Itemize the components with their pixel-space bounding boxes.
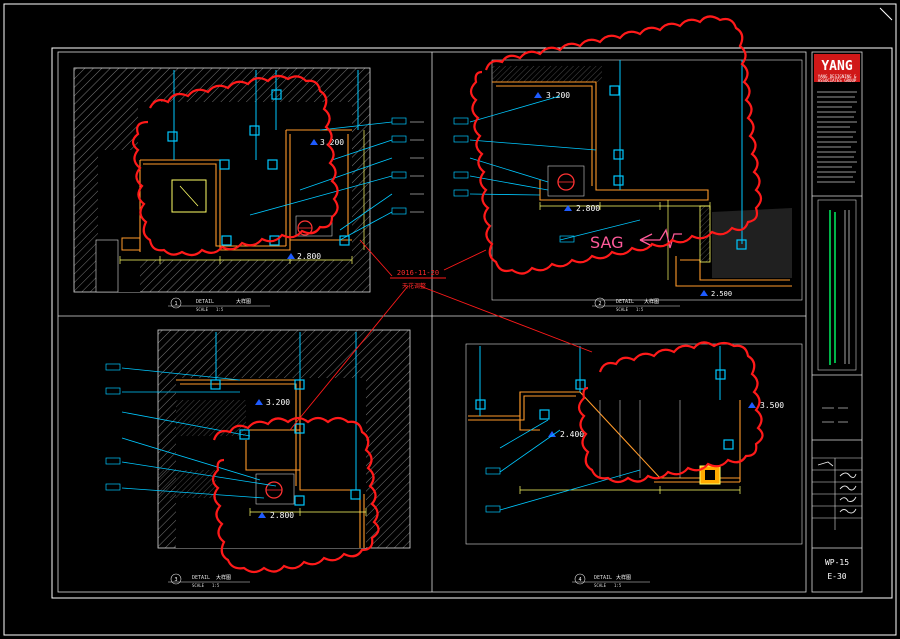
- elevation-tr-lower: 2.800: [576, 204, 600, 213]
- detail-label-1: DETAIL: [196, 299, 214, 305]
- revision-label: 天花调整: [402, 282, 426, 290]
- elevation-br-lower: 2.400: [560, 430, 584, 439]
- elevation-bl: 3.200: [266, 398, 290, 407]
- detail-name-2: 大样图: [644, 298, 659, 305]
- detail-title-4: 4 DETAIL 大样图 SCALE 1:5: [572, 573, 650, 588]
- revision-date: 2016-11-20: [397, 269, 439, 277]
- detail-panel-2: 3.200 2.800 2.500 SAG 2 DETAIL 大样图 SCALE…: [453, 15, 803, 312]
- detail-label-4: DETAIL: [594, 575, 612, 581]
- detail-title-1: 1 DETAIL 大样图 SCALE 1:5: [168, 297, 270, 312]
- title-block: YANG YANG DESIGNING & ASSOCIATES GROUP W…: [811, 51, 863, 593]
- detail-scale-label-3: SCALE: [192, 583, 205, 588]
- elevation-tl-lower: 2.800: [297, 252, 321, 261]
- detail-scale-3: 1:5: [212, 583, 220, 588]
- detail-name-4: 大样图: [616, 574, 631, 581]
- detail-scale-4: 1:5: [614, 583, 622, 588]
- detail-scale-label-4: SCALE: [594, 583, 607, 588]
- revision-cloud-4: [577, 341, 764, 484]
- detail-panel-3: 3.200 2.800 3 DETAIL 大样图 SCALE 1:5: [105, 329, 411, 588]
- firm-logo: YANG: [821, 59, 852, 74]
- elevation-tr-floor: 2.500: [711, 290, 732, 298]
- sheet-revision: E-30: [827, 572, 846, 581]
- detail-name-3: 大样图: [216, 574, 231, 581]
- cad-drawing-canvas: YANG YANG DESIGNING & ASSOCIATES GROUP W…: [3, 3, 897, 636]
- sag-annotation: SAG: [590, 233, 624, 252]
- detail-scale-1: 1:5: [216, 307, 224, 312]
- detail-name-1: 大样图: [236, 298, 251, 305]
- elevation-bl-lower: 2.800: [270, 511, 294, 520]
- elevation-br: 3.500: [760, 401, 784, 410]
- detail-label-3: DETAIL: [192, 575, 210, 581]
- detail-panel-4: 3.500 2.400 4 DETAIL 大样图 SCALE 1:5: [465, 341, 803, 588]
- detail-panel-1: 3.200 2.800 1 DETAIL 大样图 SCALE 1:5: [73, 67, 424, 312]
- detail-label-2: DETAIL: [616, 299, 634, 305]
- detail-scale-label-1: SCALE: [196, 307, 209, 312]
- detail-scale-label-2: SCALE: [616, 307, 629, 312]
- detail-title-3: 3 DETAIL 大样图 SCALE 1:5: [168, 573, 250, 588]
- sheet-number: WP-15: [825, 558, 849, 567]
- detail-scale-2: 1:5: [636, 307, 644, 312]
- firm-name-line-2: ASSOCIATES GROUP: [818, 78, 857, 83]
